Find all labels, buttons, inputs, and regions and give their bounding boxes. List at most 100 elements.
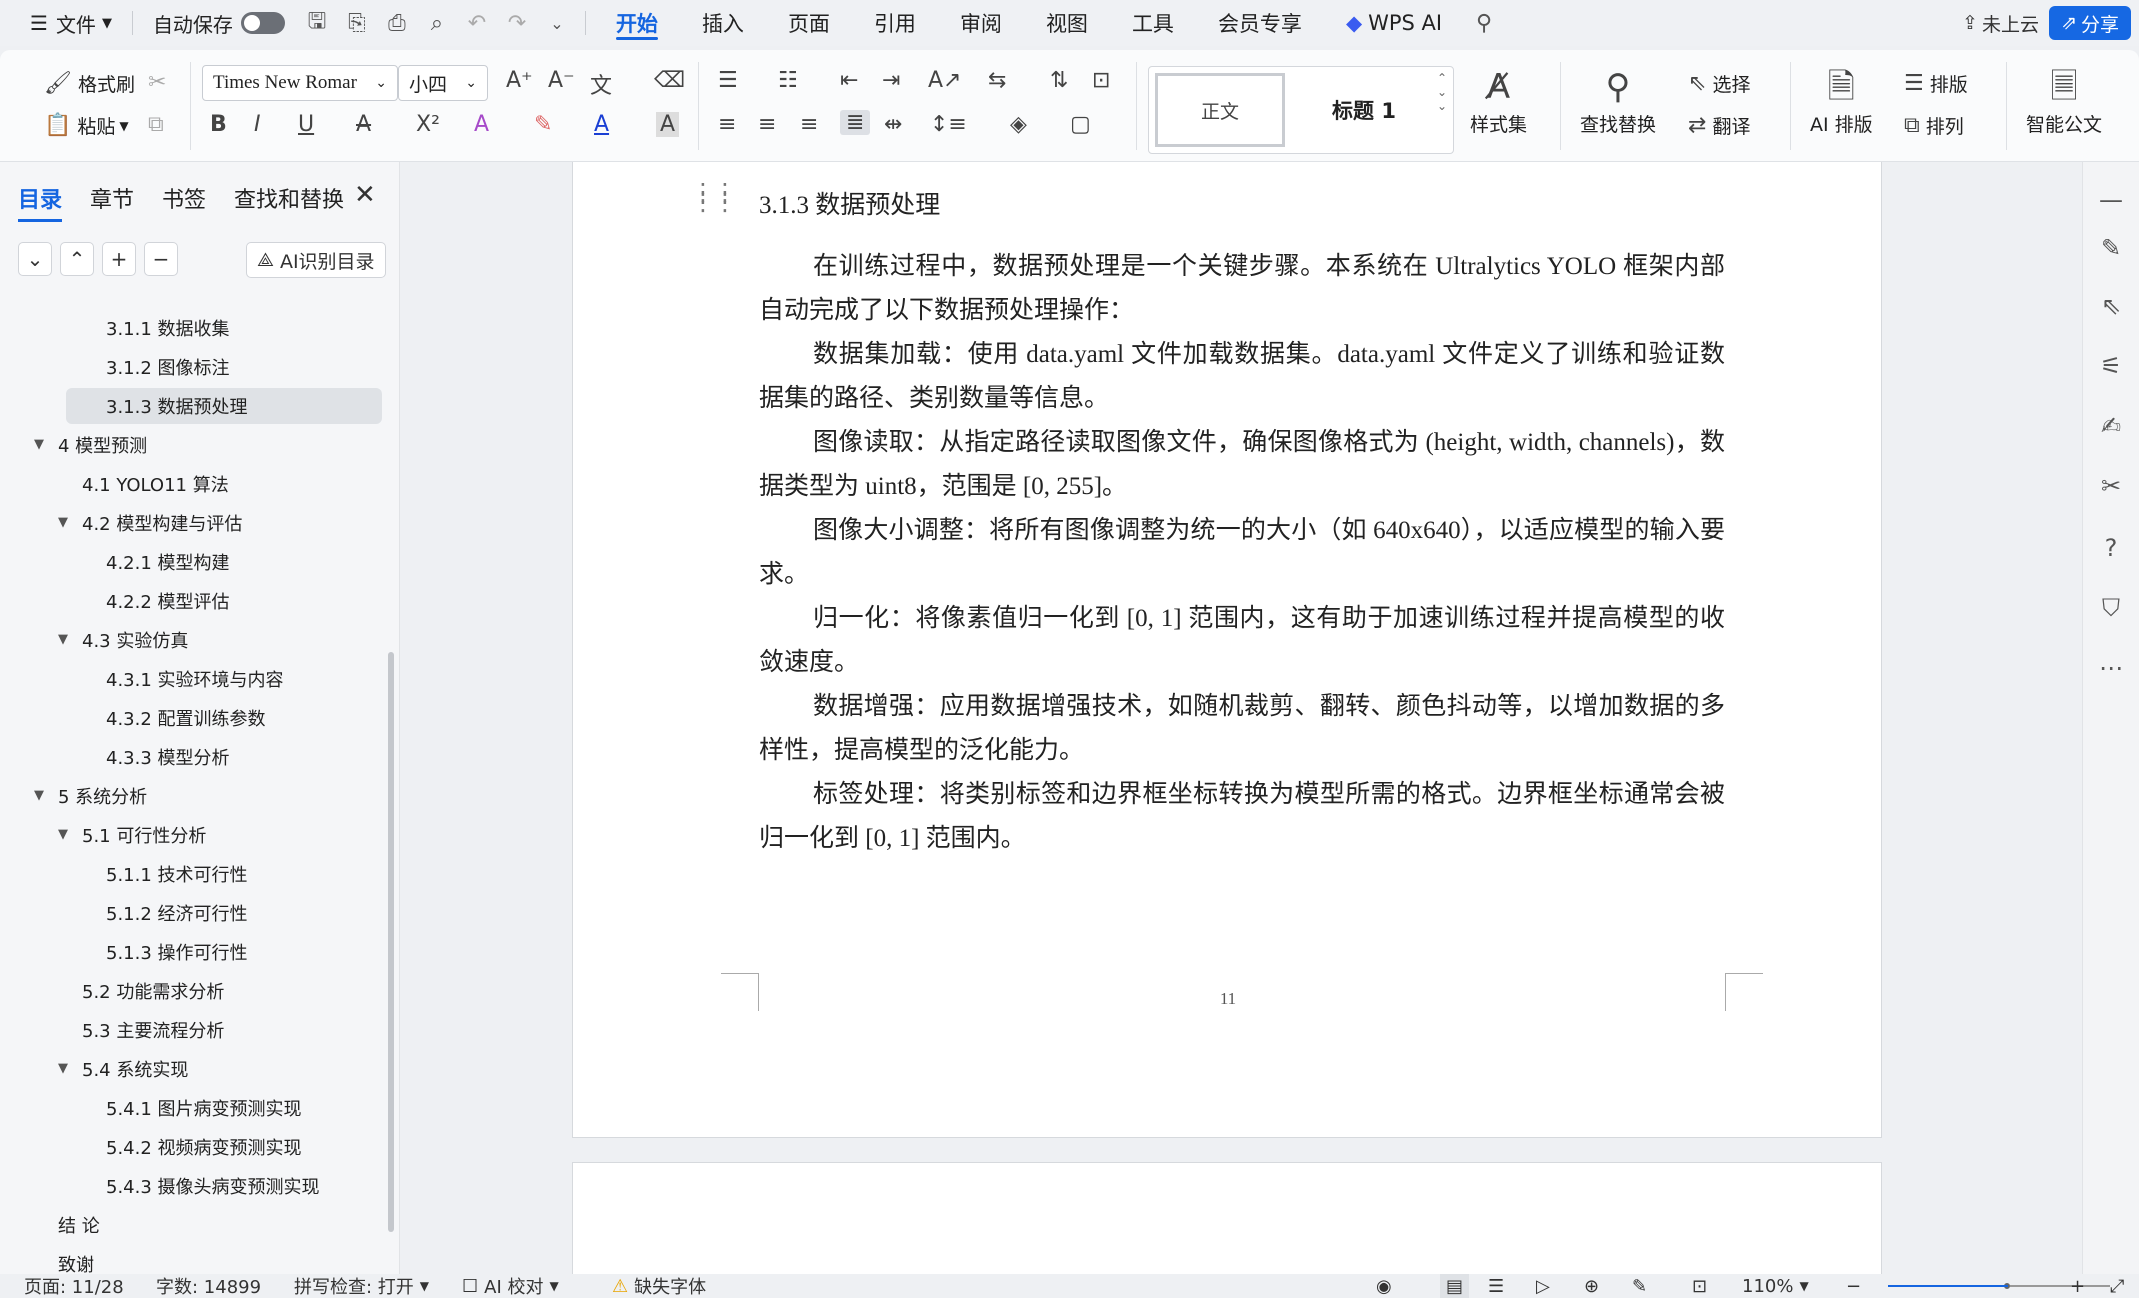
gallery-scroll-icon[interactable]: ⌃ ⌄ ⌄ bbox=[1437, 71, 1447, 113]
style-set-button[interactable]: A̸ 样式集 bbox=[1470, 64, 1527, 137]
increase-indent-icon[interactable]: ⇥ bbox=[882, 68, 900, 93]
toc-item[interactable]: 4.3.1 实验环境与内容 bbox=[106, 661, 284, 697]
paragraph-shading-icon[interactable]: ◈ bbox=[1010, 112, 1027, 137]
tab-member[interactable]: 会员专享 bbox=[1196, 0, 1324, 46]
print-preview-icon[interactable]: ⌕ bbox=[417, 0, 457, 46]
page-indicator[interactable]: 页面: 11/28 bbox=[24, 1274, 124, 1298]
web-view-icon[interactable]: ⊕ bbox=[1584, 1274, 1599, 1298]
distributed-align-icon[interactable]: ⇹ bbox=[884, 112, 902, 137]
tab-references[interactable]: 引用 bbox=[852, 0, 938, 46]
toc-item[interactable]: 5.3 主要流程分析 bbox=[82, 1012, 224, 1048]
phonetic-guide-icon[interactable]: 文 bbox=[590, 68, 612, 100]
pen-view-icon[interactable]: ✎ bbox=[1632, 1274, 1647, 1298]
superscript-icon[interactable]: X² bbox=[416, 112, 440, 137]
toc-item[interactable]: 3.1.3 数据预处理 bbox=[66, 388, 382, 424]
decrease-indent-icon[interactable]: ⇤ bbox=[840, 68, 858, 93]
redo-icon[interactable]: ↷ bbox=[497, 0, 537, 46]
export-icon[interactable]: ⎘ bbox=[337, 0, 377, 46]
cut-icon[interactable]: ✂ bbox=[148, 70, 166, 95]
toc-item[interactable]: 5.1.2 经济可行性 bbox=[106, 895, 248, 931]
chevron-down-icon[interactable]: ▼ bbox=[58, 1061, 68, 1076]
select-button[interactable]: ⇖ 选择 bbox=[1688, 70, 1750, 97]
highlight-icon[interactable]: ✎ bbox=[534, 112, 552, 137]
share-button[interactable]: ⇗ 分享 bbox=[2049, 6, 2131, 40]
toc-item[interactable]: 4.3.2 配置训练参数 bbox=[106, 700, 266, 736]
minimize-icon[interactable]: — bbox=[2093, 182, 2129, 218]
sort-swap-icon[interactable]: ⇆ bbox=[988, 68, 1006, 93]
line-spacing-icon[interactable]: ↕≡ bbox=[930, 112, 967, 137]
settings-sliders-icon[interactable]: ⚟ bbox=[2093, 348, 2129, 384]
align-center-icon[interactable]: ≡ bbox=[758, 112, 776, 137]
ai-proof-button[interactable]: ☐ AI 校对 ▼ bbox=[462, 1274, 559, 1298]
justify-icon[interactable]: ≣ bbox=[840, 110, 871, 135]
tab-page[interactable]: 页面 bbox=[766, 0, 852, 46]
toc-item[interactable]: 4.1 YOLO11 算法 bbox=[82, 466, 229, 502]
paragraph[interactable]: 在训练过程中，数据预处理是一个关键步骤。本系统在 Ultralytics YOL… bbox=[759, 245, 1725, 333]
toc-item[interactable]: 3.1.1 数据收集 bbox=[106, 310, 230, 346]
paragraph[interactable]: 图像大小调整：将所有图像调整为统一的大小（如 640x640），以适应模型的输入… bbox=[759, 509, 1725, 597]
toc-item[interactable]: 3.1.2 图像标注 bbox=[106, 349, 230, 385]
paragraph[interactable]: 数据集加载：使用 data.yaml 文件加载数据集。data.yaml 文件定… bbox=[759, 333, 1725, 421]
sort-icon[interactable]: ⇅ bbox=[1050, 68, 1068, 93]
numbered-list-icon[interactable]: ☷ bbox=[778, 68, 798, 93]
word-count[interactable]: 字数: 14899 bbox=[156, 1274, 261, 1298]
bullet-list-icon[interactable]: ☰ bbox=[718, 68, 738, 93]
save-icon[interactable]: 🖫 bbox=[297, 0, 337, 46]
paragraph[interactable]: 数据增强：应用数据增强技术，如随机裁剪、翻转、颜色抖动等，以增加数据的多样性，提… bbox=[759, 685, 1725, 773]
file-menu[interactable]: ☰ 文件 ▼ bbox=[18, 0, 124, 46]
toc-item[interactable]: 5.1 可行性分析 bbox=[82, 817, 206, 853]
ai-layout-button[interactable]: 🗎 AI 排版 bbox=[1810, 64, 1873, 137]
shrink-font-icon[interactable]: A⁻ bbox=[548, 68, 575, 93]
zoom-level[interactable]: 110% ▼ bbox=[1742, 1274, 1809, 1298]
more-icon[interactable]: ⋯ bbox=[2093, 650, 2129, 686]
tab-toc[interactable]: 目录 bbox=[18, 182, 63, 222]
tab-tools[interactable]: 工具 bbox=[1110, 0, 1196, 46]
show-hide-marks-icon[interactable]: ⊡ bbox=[1092, 68, 1110, 93]
cloud-status-button[interactable]: ⇪ 未上云 bbox=[1962, 6, 2039, 40]
font-name-select[interactable]: Times New Romar ⌄ bbox=[202, 65, 398, 101]
chevron-down-icon[interactable]: ▼ bbox=[58, 515, 68, 530]
toggle-switch[interactable] bbox=[240, 12, 285, 34]
toc-item[interactable]: 5.1.3 操作可行性 bbox=[106, 934, 248, 970]
page-view-icon[interactable]: ▤ bbox=[1440, 1274, 1470, 1298]
paragraph[interactable]: 归一化：将像素值归一化到 [0, 1] 范围内，这有助于加速训练过程并提高模型的… bbox=[759, 597, 1725, 685]
zoom-in-icon[interactable]: + bbox=[2070, 1274, 2085, 1298]
cursor-icon[interactable]: ⇖ bbox=[2093, 288, 2129, 324]
smart-doc-button[interactable]: 🗏 智能公文 bbox=[2026, 64, 2102, 137]
style-heading-1[interactable]: 标题 1 bbox=[1299, 73, 1429, 147]
strikethrough-icon[interactable]: A bbox=[356, 112, 371, 137]
fullscreen-icon[interactable]: ⤢ bbox=[2110, 1274, 2124, 1298]
copy-icon[interactable]: ⧉ bbox=[148, 112, 164, 137]
bold-icon[interactable]: B bbox=[210, 112, 227, 137]
edit-doc-icon[interactable]: ✍ bbox=[2093, 408, 2129, 444]
add-heading-button[interactable]: + bbox=[102, 242, 136, 276]
toc-item[interactable]: 4 模型预测 bbox=[58, 427, 147, 463]
chevron-down-icon[interactable]: ▼ bbox=[58, 827, 68, 842]
drag-handle-icon[interactable]: ⋮⋮ ⋮⋮ bbox=[691, 180, 737, 214]
find-replace-button[interactable]: ⚲ 查找替换 bbox=[1580, 64, 1656, 137]
style-normal[interactable]: 正文 bbox=[1155, 73, 1285, 147]
toc-item[interactable]: 4.2 模型构建与评估 bbox=[82, 505, 242, 541]
translate-button[interactable]: ⇄ 翻译 bbox=[1688, 112, 1750, 139]
toc-item[interactable]: 5 系统分析 bbox=[58, 778, 147, 814]
chevron-down-icon[interactable]: ▼ bbox=[34, 788, 44, 803]
pen-icon[interactable]: ✎ bbox=[2093, 230, 2129, 266]
tab-find-replace[interactable]: 查找和替换 bbox=[234, 182, 344, 214]
toc-item[interactable]: 5.2 功能需求分析 bbox=[82, 973, 224, 1009]
scrollbar[interactable] bbox=[388, 652, 394, 1232]
remove-heading-button[interactable]: − bbox=[144, 242, 178, 276]
layout-button[interactable]: ☰ 排版 bbox=[1904, 70, 1968, 97]
font-color-icon[interactable]: A bbox=[594, 112, 609, 137]
more-dropdown-icon[interactable]: ⌄ bbox=[537, 0, 577, 46]
chevron-down-icon[interactable]: ▼ bbox=[34, 437, 44, 452]
fit-page-icon[interactable]: ⊡ bbox=[1692, 1274, 1707, 1298]
clear-format-icon[interactable]: ⌫ bbox=[654, 68, 685, 93]
missing-font-warning[interactable]: ⚠ 缺失字体 bbox=[612, 1274, 706, 1298]
collapse-up-button[interactable]: ⌃ bbox=[60, 242, 94, 276]
toc-item[interactable]: 5.4.3 摄像头病变预测实现 bbox=[106, 1168, 320, 1204]
toc-item[interactable]: 5.1.1 技术可行性 bbox=[106, 856, 248, 892]
tab-home[interactable]: 开始 bbox=[594, 0, 680, 46]
outline-view-icon[interactable]: ☰ bbox=[1488, 1274, 1504, 1298]
font-size-select[interactable]: 小四 ⌄ bbox=[398, 65, 488, 101]
toc-item[interactable]: 4.2.1 模型构建 bbox=[106, 544, 230, 580]
